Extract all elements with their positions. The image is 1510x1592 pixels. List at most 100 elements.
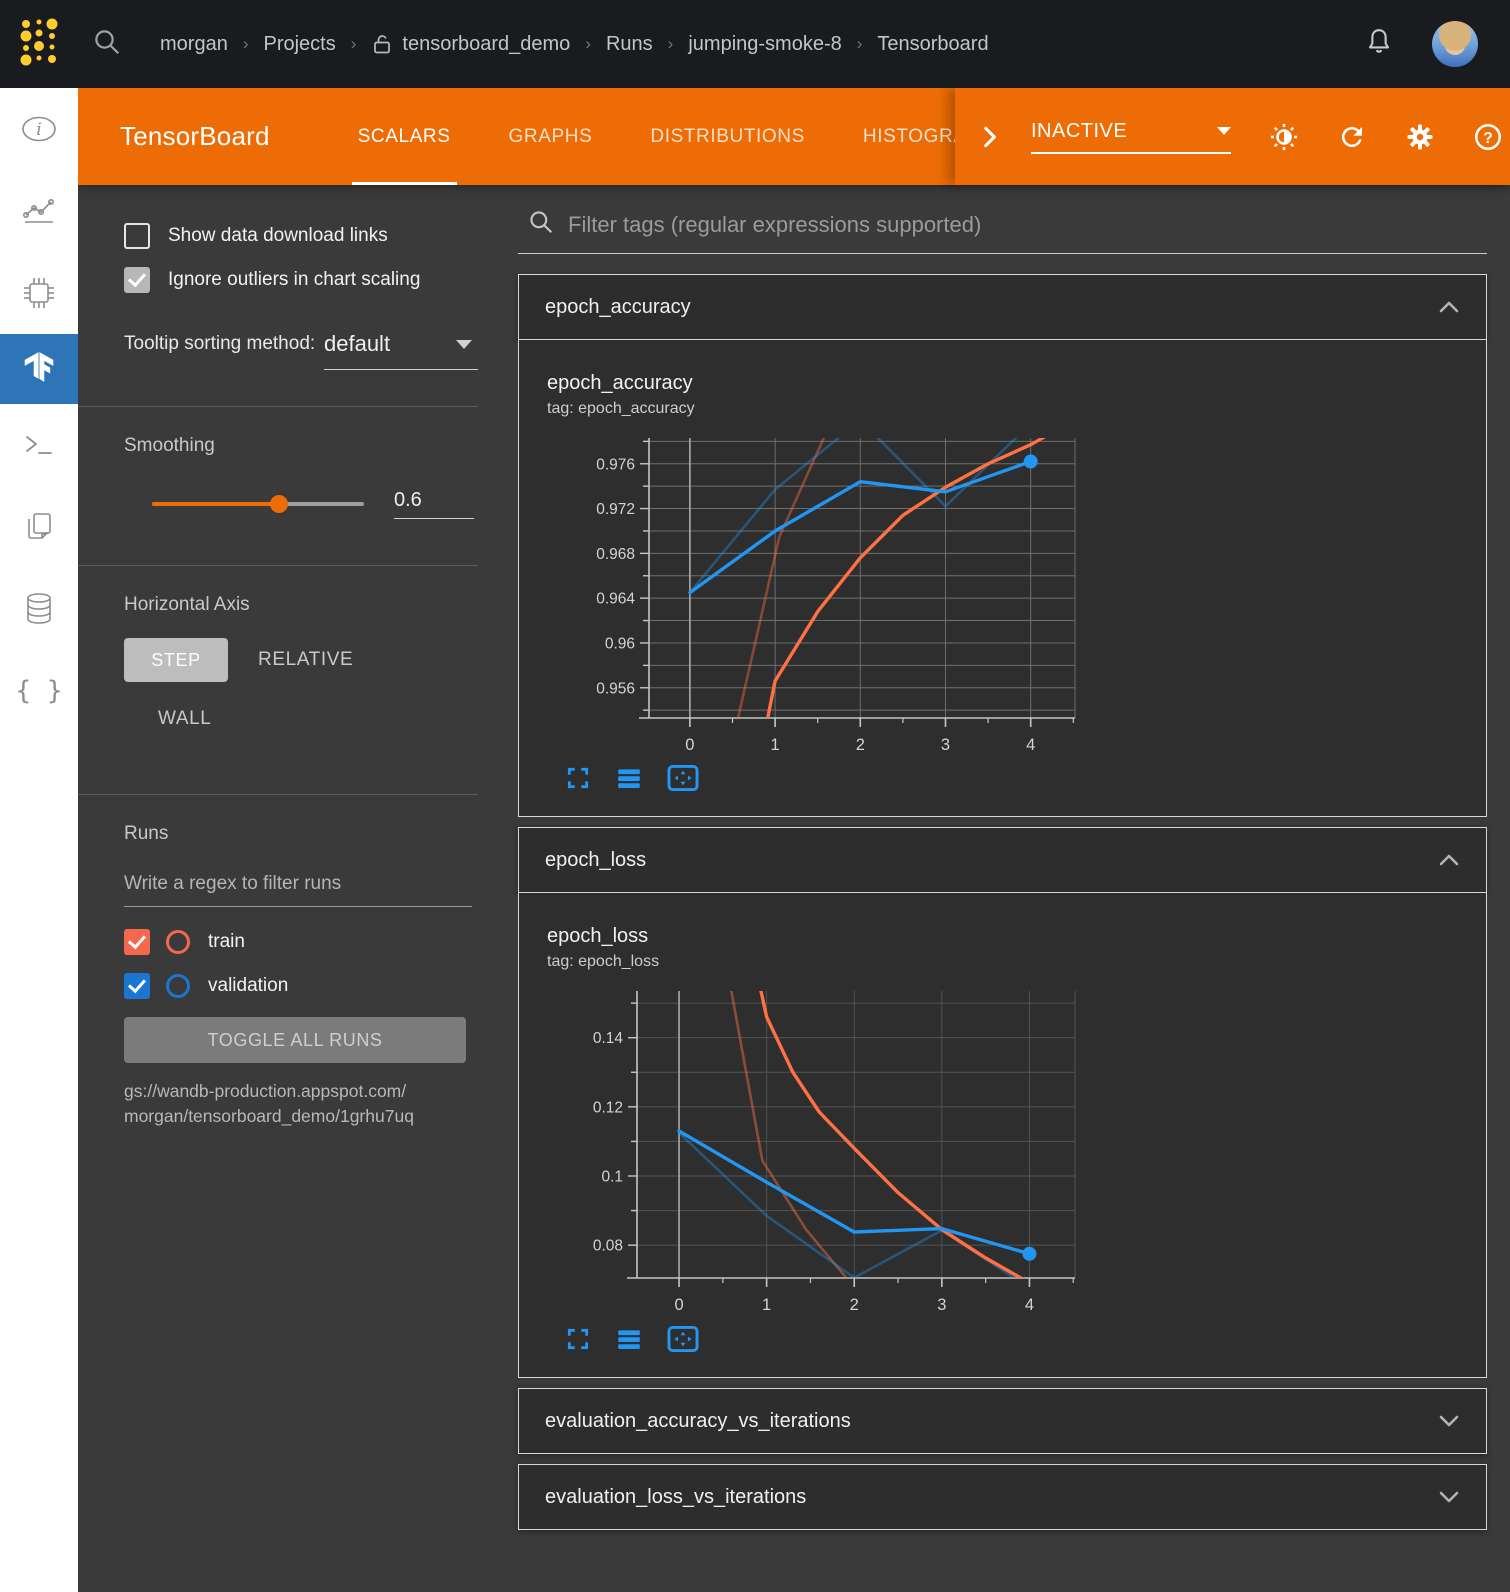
filter-tags-row: Filter tags (regular expressions support…	[518, 185, 1487, 254]
run-validation-color-swatch[interactable]	[166, 974, 190, 998]
runs-table-icon[interactable]	[615, 765, 643, 791]
axis-step-button[interactable]: STEP	[124, 638, 228, 682]
svg-text:0.956: 0.956	[596, 680, 635, 697]
sidebar-item-artifacts[interactable]	[0, 568, 78, 650]
svg-text:3: 3	[941, 736, 950, 754]
chart-title: epoch_loss	[547, 925, 1486, 948]
breadcrumb-project[interactable]: tensorboard_demo	[402, 33, 570, 56]
section-epoch-loss: epoch_loss epoch_loss tag: epoch_loss 0.…	[518, 827, 1487, 1378]
smoothing-value-input[interactable]: 0.6	[394, 489, 474, 519]
sidebar-item-system[interactable]	[0, 252, 78, 334]
tab-graphs[interactable]: GRAPHS	[503, 88, 599, 185]
toggle-all-runs-button[interactable]: TOGGLE ALL RUNS	[124, 1017, 466, 1063]
section-header-evaluation-loss[interactable]: evaluation_loss_vs_iterations	[518, 1464, 1487, 1530]
refresh-icon[interactable]	[1337, 122, 1367, 152]
curly-braces-icon: { }	[16, 676, 63, 706]
smoothing-slider-thumb[interactable]	[270, 495, 288, 513]
copy-pages-icon	[23, 510, 55, 544]
chevron-down-icon	[1217, 127, 1231, 135]
svg-text:?: ?	[1483, 129, 1493, 146]
tab-scalars[interactable]: SCALARS	[352, 88, 457, 185]
breadcrumb-runs[interactable]: Runs	[606, 33, 653, 56]
chevron-right-icon[interactable]	[977, 124, 1003, 150]
gear-icon[interactable]	[1405, 122, 1435, 152]
section-header-evaluation-accuracy[interactable]: evaluation_accuracy_vs_iterations	[518, 1388, 1487, 1454]
horizontal-axis-label: Horizontal Axis	[124, 594, 478, 616]
axis-relative-button[interactable]: RELATIVE	[258, 649, 353, 671]
show-download-links-checkbox[interactable]	[124, 223, 150, 249]
run-train-color-swatch[interactable]	[166, 930, 190, 954]
database-icon	[22, 591, 56, 627]
sidebar-item-charts[interactable]	[0, 170, 78, 252]
runs-table-icon[interactable]	[615, 1326, 643, 1352]
svg-text:0.976: 0.976	[596, 456, 635, 473]
search-icon	[528, 209, 554, 240]
show-download-links-label: Show data download links	[168, 225, 388, 247]
search-icon[interactable]	[92, 27, 122, 62]
data-status-select[interactable]: INACTIVE	[1031, 120, 1231, 154]
wandb-logo-icon[interactable]	[18, 16, 60, 73]
chevron-down-icon[interactable]	[1438, 1413, 1460, 1429]
ignore-outliers-checkbox[interactable]	[124, 267, 150, 293]
breadcrumb-tensorboard[interactable]: Tensorboard	[877, 33, 988, 56]
svg-text:0: 0	[674, 1296, 683, 1314]
run-validation-checkbox[interactable]	[124, 973, 150, 999]
chevron-down-icon[interactable]	[1438, 1489, 1460, 1505]
runs-label: Runs	[124, 823, 478, 845]
svg-text:0.972: 0.972	[596, 501, 635, 518]
run-page-icon-rail: i	[0, 88, 78, 1592]
tensorboard-brand: TensorBoard	[120, 121, 270, 152]
section-header-epoch-accuracy[interactable]: epoch_accuracy	[518, 274, 1487, 340]
scalars-main-area: Filter tags (regular expressions support…	[518, 185, 1510, 1592]
sidebar-item-files[interactable]	[0, 486, 78, 568]
sidebar-item-overview[interactable]: i	[0, 88, 78, 170]
tab-distributions[interactable]: DISTRIBUTIONS	[644, 88, 811, 185]
bell-icon[interactable]	[1364, 26, 1394, 63]
breadcrumb-projects[interactable]: Projects	[263, 33, 335, 56]
svg-text:0.08: 0.08	[593, 1238, 623, 1255]
smoothing-slider[interactable]	[152, 502, 364, 506]
smoothing-label: Smoothing	[124, 435, 478, 457]
breadcrumb-separator: ›	[243, 34, 249, 54]
chevron-down-icon	[456, 340, 472, 349]
chevron-up-icon[interactable]	[1438, 299, 1460, 315]
epoch-loss-chart[interactable]: 0.080.10.120.1401234	[547, 983, 1107, 1317]
svg-text:2: 2	[856, 736, 865, 754]
svg-text:4: 4	[1025, 1296, 1034, 1314]
svg-text:0.1: 0.1	[601, 1168, 623, 1185]
help-icon[interactable]: ?	[1473, 122, 1503, 152]
section-body: epoch_loss tag: epoch_loss 0.080.10.120.…	[518, 893, 1487, 1378]
fit-domain-icon[interactable]	[667, 764, 699, 792]
info-icon: i	[20, 114, 58, 144]
ignore-outliers-label: Ignore outliers in chart scaling	[168, 269, 420, 291]
filter-tags-input[interactable]: Filter tags (regular expressions support…	[568, 212, 981, 238]
section-title: epoch_loss	[545, 849, 646, 872]
tensorflow-icon	[21, 350, 57, 388]
brightness-icon[interactable]	[1269, 122, 1299, 152]
run-train-checkbox[interactable]	[124, 929, 150, 955]
breadcrumb-separator: ›	[351, 34, 357, 54]
fit-domain-icon[interactable]	[667, 1325, 699, 1353]
breadcrumb-separator: ›	[585, 34, 591, 54]
fullscreen-icon[interactable]	[565, 765, 591, 791]
chevron-up-icon[interactable]	[1438, 852, 1460, 868]
section-body: epoch_accuracy tag: epoch_accuracy 0.956…	[518, 340, 1487, 817]
breadcrumb-run-name[interactable]: jumping-smoke-8	[688, 33, 841, 56]
sidebar-item-tensorboard[interactable]	[0, 334, 78, 404]
axis-wall-button[interactable]: WALL	[158, 708, 478, 730]
tooltip-sorting-label: Tooltip sorting method:	[124, 331, 324, 370]
chart-tag: tag: epoch_loss	[547, 953, 1486, 971]
scalars-settings-panel: Show data download links Ignore outliers…	[78, 185, 518, 1592]
chart-actions	[565, 764, 1486, 792]
epoch-accuracy-chart[interactable]: 0.9560.960.9640.9680.9720.97601234	[547, 430, 1107, 756]
avatar[interactable]	[1432, 21, 1478, 67]
runs-regex-input[interactable]: Write a regex to filter runs	[124, 873, 472, 907]
section-header-epoch-loss[interactable]: epoch_loss	[518, 827, 1487, 893]
breadcrumb-user[interactable]: morgan	[160, 33, 228, 56]
svg-text:2: 2	[850, 1296, 859, 1314]
sidebar-item-config[interactable]: { }	[0, 650, 78, 732]
sidebar-item-logs[interactable]	[0, 404, 78, 486]
fullscreen-icon[interactable]	[565, 1326, 591, 1352]
tooltip-sorting-select[interactable]: default	[324, 331, 478, 370]
svg-text:0.964: 0.964	[596, 591, 635, 608]
